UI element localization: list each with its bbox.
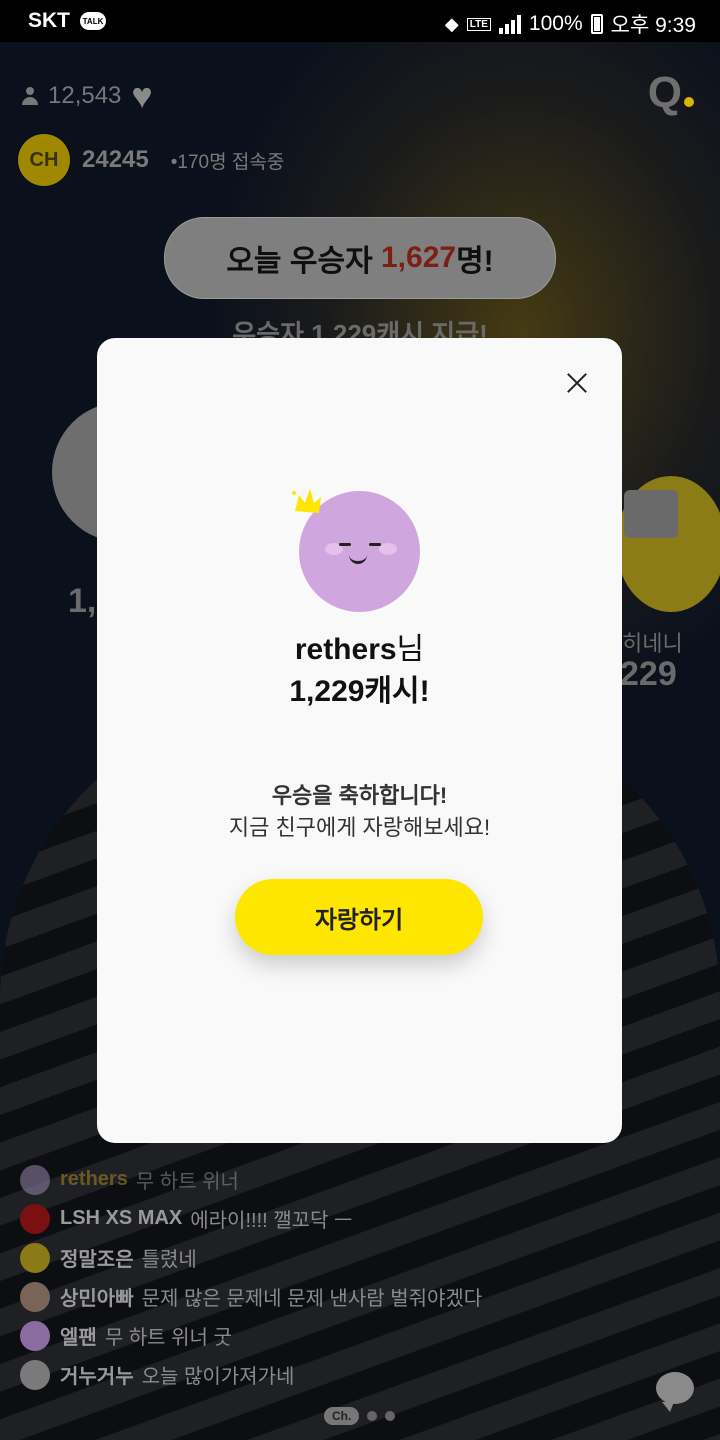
winner-username: rethers	[294, 633, 397, 666]
winners-count: 1,627	[381, 241, 457, 274]
winner-modal: rethers님 1,229캐시! 우승을 축하합니다! 지금 친구에게 자랑해…	[97, 338, 622, 1143]
winner-avatar-right	[616, 476, 720, 612]
winner-honorific: 님	[396, 633, 425, 666]
chat-username: rethers	[60, 1168, 128, 1190]
winners-prefix: 오늘 우승자	[226, 245, 381, 278]
crown-icon	[292, 489, 321, 513]
likes-count: 12,543	[48, 82, 122, 109]
chat-username: LSH XS MAX	[60, 1207, 183, 1229]
clock: 오후 9:39	[610, 14, 696, 37]
congrats-line-1: 우승을 축하합니다!	[271, 783, 448, 808]
chat-message: 상민아빠 문제 많은 문제네 문제 낸사람 벌줘야겠다	[20, 1277, 700, 1316]
channel-info: CH 24245 •170명 접속중	[18, 134, 284, 186]
winners-banner: 오늘 우승자 1,627 명!	[164, 217, 556, 299]
congrats-line-2: 지금 친구에게 자랑해보세요!	[228, 815, 491, 840]
chat-avatar	[20, 1320, 50, 1351]
lte-icon: LTE	[466, 17, 491, 31]
chat-text: 에라이!!!! 깰꼬닥 ㅡ	[190, 1210, 353, 1232]
chat-message: 엘팬 무 하트 위너 굿	[20, 1316, 700, 1355]
chat-text: 틀렸네	[141, 1249, 197, 1271]
page-dot[interactable]	[367, 1411, 378, 1421]
chat-avatar	[20, 1242, 50, 1273]
heart-icon[interactable]: ♥	[131, 78, 152, 114]
chat-message: 거누거누 오늘 많이가져가네	[20, 1355, 700, 1394]
chat-text: 문제 많은 문제네 문제 낸사람 벌줘야겠다	[141, 1288, 483, 1310]
chat-avatar	[20, 1359, 50, 1390]
winner-name: rethers님	[97, 624, 622, 668]
chat-avatar	[20, 1203, 50, 1234]
viewer-count: •170명 접속중	[170, 151, 285, 173]
wifi-icon: ◆	[444, 13, 459, 34]
chat-text: 무 하트 위너 굿	[104, 1327, 232, 1349]
winner-character-avatar	[292, 489, 420, 612]
person-icon	[22, 87, 38, 105]
chat-username: 엘팬	[60, 1327, 97, 1349]
chat-bubble-icon[interactable]	[656, 1372, 694, 1412]
channel-page-pill[interactable]: Ch.	[324, 1407, 360, 1425]
share-button[interactable]: 자랑하기	[235, 879, 483, 955]
congrats-message: 우승을 축하합니다! 지금 친구에게 자랑해보세요!	[97, 780, 622, 844]
chat-text: 오늘 많이가져가네	[141, 1366, 295, 1388]
chat-username: 정말조은	[60, 1249, 134, 1271]
winner-name-right: 히네니	[622, 631, 683, 656]
channel-number: 24245	[82, 146, 149, 173]
status-bar: SKT TALK ◆ LTE 100% 오후 9:39	[0, 0, 720, 42]
kakaotalk-icon: TALK	[80, 12, 106, 30]
chat-text: 무 하트 위너	[135, 1171, 239, 1193]
page-indicator: Ch.	[324, 1407, 396, 1425]
winners-suffix: 명!	[456, 245, 494, 278]
chat-username: 거누거누	[60, 1366, 134, 1388]
winner-amount-right: 229	[620, 655, 677, 693]
chat-list: rethers 무 하트 위너 LSH XS MAX 에라이!!!! 깰꼬닥 ㅡ…	[20, 1160, 700, 1394]
likes-counter: 12,543 ♥	[22, 78, 153, 114]
chat-message: 정말조은 틀렸네	[20, 1238, 700, 1277]
chat-avatar	[20, 1281, 50, 1312]
page-dot[interactable]	[385, 1411, 396, 1421]
winner-prize-amount: 1,229캐시!	[289, 675, 430, 708]
channel-badge[interactable]: CH	[18, 134, 70, 186]
signal-icon	[498, 14, 521, 34]
chat-message: LSH XS MAX 에라이!!!! 깰꼬닥 ㅡ	[20, 1199, 700, 1238]
carrier-label: SKT	[28, 9, 70, 32]
chat-avatar	[20, 1164, 50, 1195]
quiz-logo-icon[interactable]: Q	[648, 68, 694, 118]
chat-message: rethers 무 하트 위너	[20, 1160, 700, 1199]
close-icon[interactable]	[562, 368, 592, 398]
battery-percent: 100%	[528, 12, 583, 35]
battery-icon	[590, 14, 603, 34]
chat-username: 상민아빠	[60, 1288, 134, 1310]
